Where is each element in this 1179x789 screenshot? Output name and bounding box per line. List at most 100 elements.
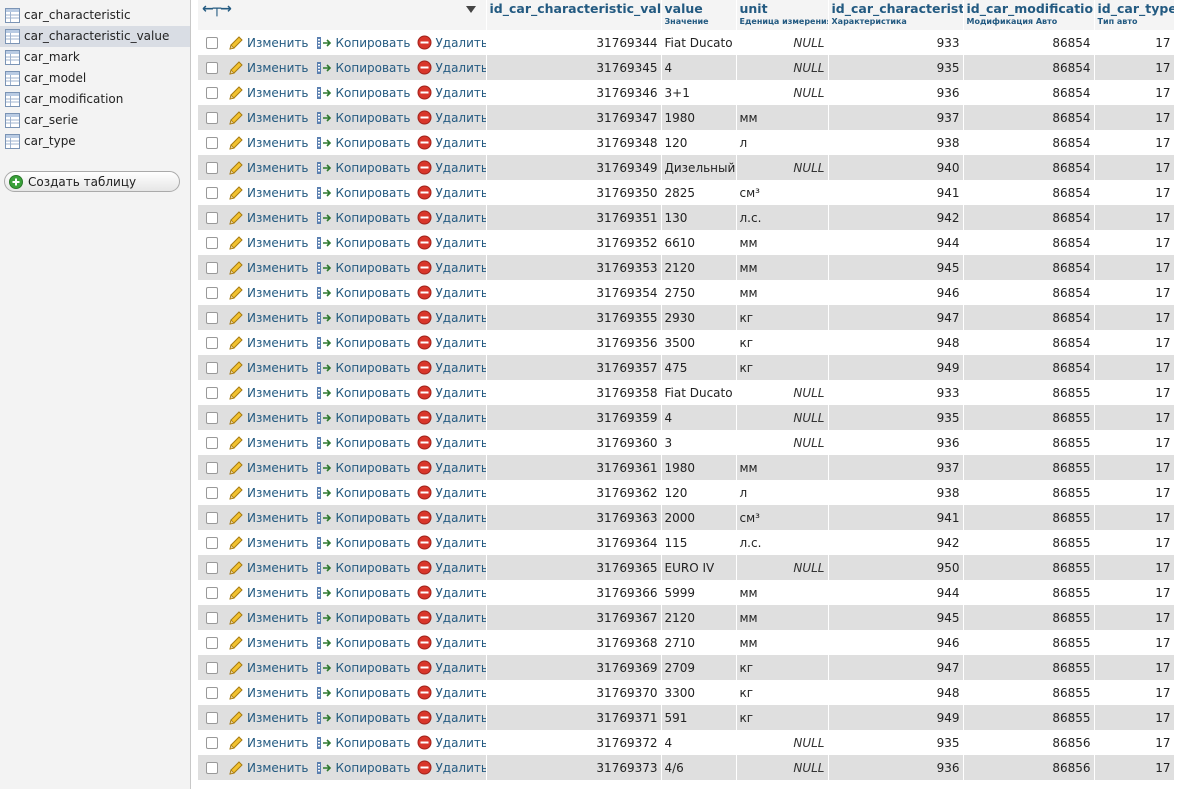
copy-button[interactable]: Копировать [316, 635, 410, 651]
create-table-button[interactable]: Создать таблицу [4, 171, 180, 192]
cell-id-car-modification[interactable]: 86854 [963, 205, 1095, 230]
cell-unit[interactable]: NULL [736, 55, 829, 80]
copy-button[interactable]: Копировать [316, 610, 410, 626]
cell-id-car-characteristic[interactable]: 942 [828, 205, 964, 230]
cell-id-car-type[interactable]: 17 [1094, 580, 1175, 605]
cell-id-car-modification[interactable]: 86854 [963, 30, 1095, 55]
cell-id-car-type[interactable]: 17 [1094, 705, 1175, 730]
cell-unit[interactable]: кг [736, 355, 829, 380]
row-checkbox[interactable] [206, 511, 218, 524]
cell-id-car-type[interactable]: 17 [1094, 155, 1175, 180]
cell-unit[interactable]: л.с. [736, 205, 829, 230]
cell-id-car-type[interactable]: 17 [1094, 655, 1175, 680]
cell-id-car-modification[interactable]: 86856 [963, 730, 1095, 755]
cell-id-car-modification[interactable]: 86854 [963, 155, 1095, 180]
cell-id-car-type[interactable]: 17 [1094, 405, 1175, 430]
cell-id-car-characteristic-value[interactable]: 31769352 [486, 230, 662, 255]
row-checkbox[interactable] [206, 686, 218, 699]
cell-value[interactable]: 6610 [661, 230, 737, 255]
copy-button[interactable]: Копировать [316, 260, 410, 276]
row-checkbox[interactable] [206, 611, 218, 624]
copy-button[interactable]: Копировать [316, 385, 410, 401]
sidebar-item-car-serie[interactable]: car_serie [0, 110, 190, 131]
cell-unit[interactable]: NULL [736, 380, 829, 405]
cell-id-car-characteristic-value[interactable]: 31769369 [486, 655, 662, 680]
cell-id-car-characteristic[interactable]: 933 [828, 30, 964, 55]
column-header-id-car-characteristic-value[interactable]: id_car_characteristic_value [486, 0, 662, 30]
cell-id-car-modification[interactable]: 86854 [963, 80, 1095, 105]
cell-id-car-modification[interactable]: 86854 [963, 255, 1095, 280]
column-name[interactable]: id_car_type [1098, 1, 1174, 17]
delete-button[interactable]: Удалить [417, 185, 485, 200]
row-checkbox[interactable] [206, 411, 218, 424]
cell-id-car-type[interactable]: 17 [1094, 430, 1175, 455]
cell-unit[interactable]: мм [736, 105, 829, 130]
edit-button[interactable]: Изменить [228, 735, 309, 751]
copy-button[interactable]: Копировать [316, 135, 410, 151]
cell-value[interactable]: 5999 [661, 580, 737, 605]
cell-id-car-characteristic-value[interactable]: 31769361 [486, 455, 662, 480]
row-checkbox[interactable] [206, 361, 218, 374]
row-checkbox[interactable] [206, 86, 218, 99]
cell-id-car-characteristic[interactable]: 941 [828, 180, 964, 205]
row-checkbox[interactable] [206, 261, 218, 274]
cell-value[interactable]: 4 [661, 55, 737, 80]
copy-button[interactable]: Копировать [316, 660, 410, 676]
column-header-id-car-characteristic[interactable]: id_car_characteristic Характеристика [828, 0, 964, 30]
delete-button[interactable]: Удалить [417, 135, 485, 150]
edit-button[interactable]: Изменить [228, 460, 309, 476]
cell-unit[interactable]: NULL [736, 80, 829, 105]
cell-unit[interactable]: л.с. [736, 530, 829, 555]
cell-id-car-type[interactable]: 17 [1094, 755, 1175, 780]
cell-unit[interactable]: кг [736, 655, 829, 680]
column-arrows-icon[interactable]: ←┬→ [202, 1, 232, 17]
edit-button[interactable]: Изменить [228, 135, 309, 151]
cell-id-car-characteristic[interactable]: 938 [828, 480, 964, 505]
sidebar-item-car-characteristic-value[interactable]: car_characteristic_value [0, 26, 190, 47]
sidebar-item-car-type[interactable]: car_type [0, 131, 190, 152]
cell-id-car-characteristic[interactable]: 937 [828, 105, 964, 130]
edit-button[interactable]: Изменить [228, 760, 309, 776]
cell-id-car-type[interactable]: 17 [1094, 255, 1175, 280]
edit-button[interactable]: Изменить [228, 185, 309, 201]
delete-button[interactable]: Удалить [417, 560, 485, 575]
cell-value[interactable]: 2825 [661, 180, 737, 205]
edit-button[interactable]: Изменить [228, 560, 309, 576]
cell-id-car-modification[interactable]: 86854 [963, 130, 1095, 155]
cell-id-car-type[interactable]: 17 [1094, 55, 1175, 80]
edit-button[interactable]: Изменить [228, 385, 309, 401]
cell-id-car-modification[interactable]: 86855 [963, 555, 1095, 580]
cell-unit[interactable]: кг [736, 330, 829, 355]
cell-value[interactable]: 130 [661, 205, 737, 230]
cell-id-car-modification[interactable]: 86855 [963, 430, 1095, 455]
sidebar-item-car-mark[interactable]: car_mark [0, 47, 190, 68]
cell-value[interactable]: 1980 [661, 105, 737, 130]
cell-id-car-characteristic[interactable]: 945 [828, 255, 964, 280]
cell-id-car-characteristic[interactable]: 936 [828, 755, 964, 780]
cell-id-car-modification[interactable]: 86854 [963, 180, 1095, 205]
cell-id-car-characteristic-value[interactable]: 31769358 [486, 380, 662, 405]
edit-button[interactable]: Изменить [228, 585, 309, 601]
cell-id-car-characteristic[interactable]: 942 [828, 530, 964, 555]
cell-id-car-type[interactable]: 17 [1094, 330, 1175, 355]
cell-id-car-modification[interactable]: 86854 [963, 230, 1095, 255]
edit-button[interactable]: Изменить [228, 210, 309, 226]
cell-value[interactable]: 3+1 [661, 80, 737, 105]
cell-id-car-characteristic[interactable]: 950 [828, 555, 964, 580]
copy-button[interactable]: Копировать [316, 185, 410, 201]
delete-button[interactable]: Удалить [417, 510, 485, 525]
copy-button[interactable]: Копировать [316, 335, 410, 351]
copy-button[interactable]: Копировать [316, 535, 410, 551]
cell-id-car-modification[interactable]: 86855 [963, 705, 1095, 730]
edit-button[interactable]: Изменить [228, 360, 309, 376]
cell-id-car-characteristic-value[interactable]: 31769364 [486, 530, 662, 555]
row-checkbox[interactable] [206, 636, 218, 649]
delete-button[interactable]: Удалить [417, 660, 485, 675]
cell-id-car-modification[interactable]: 86855 [963, 630, 1095, 655]
cell-unit[interactable]: мм [736, 605, 829, 630]
cell-id-car-characteristic-value[interactable]: 31769366 [486, 580, 662, 605]
column-name[interactable]: unit [740, 1, 825, 17]
delete-button[interactable]: Удалить [417, 385, 485, 400]
cell-id-car-modification[interactable]: 86855 [963, 680, 1095, 705]
edit-button[interactable]: Изменить [228, 660, 309, 676]
